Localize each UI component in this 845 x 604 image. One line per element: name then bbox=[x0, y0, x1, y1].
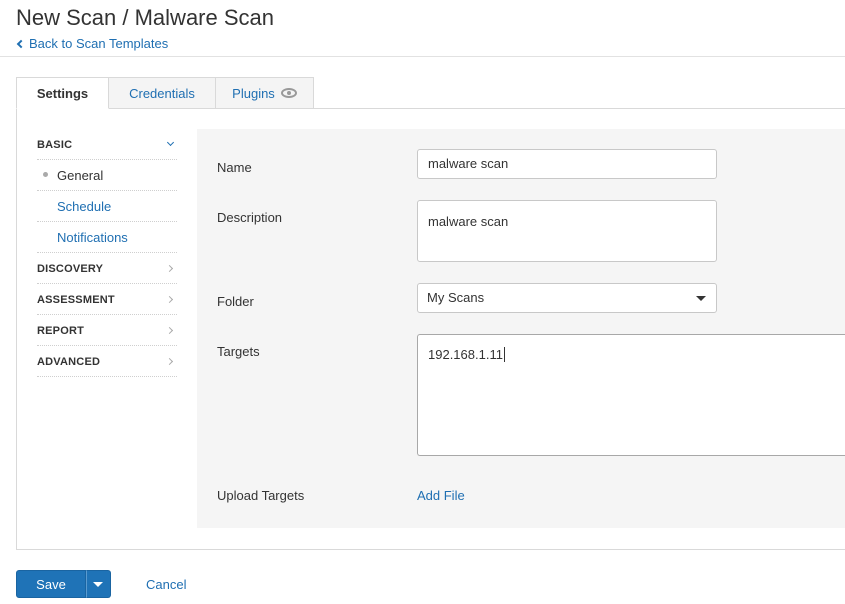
name-input[interactable]: malware scan bbox=[417, 149, 717, 179]
cancel-link[interactable]: Cancel bbox=[146, 577, 186, 592]
caret-down-icon bbox=[696, 296, 706, 301]
sidebar-section-label: BASIC bbox=[37, 138, 73, 151]
targets-value: 192.168.1.11 bbox=[428, 347, 503, 362]
header-divider bbox=[0, 56, 845, 57]
tab-settings-label: Settings bbox=[36, 85, 89, 101]
description-label: Description bbox=[217, 210, 283, 225]
save-options-dropdown[interactable] bbox=[86, 570, 111, 598]
targets-label: Targets bbox=[217, 344, 260, 359]
folder-label: Folder bbox=[217, 294, 254, 309]
sidebar-item-schedule[interactable]: Schedule bbox=[37, 191, 177, 222]
upload-targets-label: Upload Targets bbox=[217, 488, 305, 503]
chevron-right-icon bbox=[165, 326, 174, 334]
sidebar-section-label: ASSESSMENT bbox=[37, 293, 115, 306]
page-title: New Scan / Malware Scan bbox=[16, 5, 274, 30]
back-to-templates-link[interactable]: Back to Scan Templates bbox=[16, 36, 168, 51]
tab-plugins-label: Plugins bbox=[232, 85, 275, 101]
tab-credentials[interactable]: Credentials bbox=[109, 77, 216, 109]
name-value: malware scan bbox=[428, 156, 509, 171]
chevron-down-icon bbox=[166, 138, 175, 147]
targets-textarea[interactable]: 192.168.1.11 bbox=[417, 334, 845, 456]
folder-value: My Scans bbox=[427, 290, 485, 305]
sidebar-item-general[interactable]: General bbox=[37, 160, 177, 191]
tab-credentials-label: Credentials bbox=[129, 85, 195, 101]
chevron-right-icon bbox=[165, 264, 174, 272]
eye-icon bbox=[280, 88, 297, 98]
sidebar-item-label: Notifications bbox=[57, 229, 128, 245]
save-button-label: Save bbox=[36, 576, 66, 592]
sidebar-item-label: General bbox=[57, 167, 104, 183]
sidebar-section-discovery[interactable]: DISCOVERY bbox=[37, 253, 177, 284]
description-value: malware scan bbox=[428, 214, 509, 229]
sidebar-section-report[interactable]: REPORT bbox=[37, 315, 177, 346]
sidebar-section-advanced[interactable]: ADVANCED bbox=[37, 346, 177, 377]
description-textarea[interactable]: malware scan bbox=[417, 200, 717, 262]
folder-select[interactable]: My Scans bbox=[417, 283, 717, 313]
sidebar-section-basic[interactable]: BASIC bbox=[37, 129, 177, 160]
sidebar-section-assessment[interactable]: ASSESSMENT bbox=[37, 284, 177, 315]
sidebar-section-label: REPORT bbox=[37, 324, 85, 337]
sidebar-item-label: Schedule bbox=[57, 198, 112, 214]
add-file-link[interactable]: Add File bbox=[417, 488, 465, 503]
chevron-right-icon bbox=[165, 357, 174, 365]
general-settings-form: Name malware scan Description malware sc… bbox=[197, 129, 845, 528]
sidebar-section-label: ADVANCED bbox=[37, 355, 101, 368]
caret-down-icon bbox=[93, 582, 103, 587]
save-button[interactable]: Save bbox=[16, 570, 86, 598]
name-label: Name bbox=[217, 160, 252, 175]
tab-bar: Settings Credentials Plugins bbox=[16, 77, 314, 109]
sidebar-item-notifications[interactable]: Notifications bbox=[37, 222, 177, 253]
text-cursor bbox=[503, 347, 505, 362]
chevron-right-icon bbox=[165, 295, 174, 303]
settings-sidebar: BASIC General Schedule Notifications DIS… bbox=[37, 129, 177, 377]
back-link-label: Back to Scan Templates bbox=[29, 36, 169, 51]
current-item-bullet bbox=[43, 172, 48, 177]
tab-plugins[interactable]: Plugins bbox=[216, 77, 314, 109]
tab-settings[interactable]: Settings bbox=[16, 77, 109, 109]
sidebar-section-label: DISCOVERY bbox=[37, 262, 104, 275]
chevron-left-icon bbox=[16, 39, 26, 48]
